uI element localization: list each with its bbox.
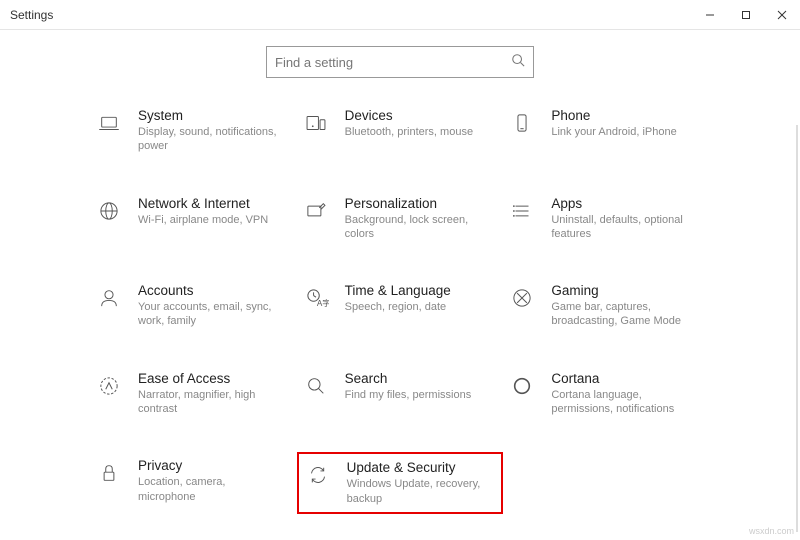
- tile-desc: Background, lock screen, colors: [345, 213, 485, 242]
- search-box[interactable]: [266, 46, 534, 78]
- tile-title: Search: [345, 371, 500, 386]
- phone-icon: [507, 108, 537, 138]
- window-controls: [692, 0, 800, 30]
- tile-title: Network & Internet: [138, 196, 293, 211]
- devices-icon: [301, 108, 331, 138]
- tile-search[interactable]: Search Find my files, permissions: [297, 365, 504, 423]
- maximize-button[interactable]: [728, 0, 764, 30]
- tile-network[interactable]: Network & Internet Wi-Fi, airplane mode,…: [90, 190, 297, 248]
- tile-title: Personalization: [345, 196, 500, 211]
- tile-desc: Bluetooth, printers, mouse: [345, 125, 485, 139]
- tile-title: Privacy: [138, 458, 293, 473]
- tile-update-security[interactable]: Update & Security Windows Update, recove…: [297, 452, 504, 514]
- tile-desc: Location, camera, microphone: [138, 475, 278, 504]
- magnifier-icon: [301, 371, 331, 401]
- tile-title: Update & Security: [347, 460, 498, 475]
- tile-title: Gaming: [551, 283, 706, 298]
- window-title: Settings: [10, 8, 53, 22]
- maximize-icon: [741, 10, 751, 20]
- minimize-icon: [705, 10, 715, 20]
- tile-desc: Game bar, captures, broadcasting, Game M…: [551, 300, 691, 329]
- tile-apps[interactable]: Apps Uninstall, defaults, optional featu…: [503, 190, 710, 248]
- close-button[interactable]: [764, 0, 800, 30]
- tile-title: Apps: [551, 196, 706, 211]
- tile-desc: Wi-Fi, airplane mode, VPN: [138, 213, 278, 227]
- tile-title: Time & Language: [345, 283, 500, 298]
- search-container: [0, 46, 800, 78]
- tile-privacy[interactable]: Privacy Location, camera, microphone: [90, 452, 297, 514]
- tile-ease-of-access[interactable]: Ease of Access Narrator, magnifier, high…: [90, 365, 297, 423]
- tile-desc: Speech, region, date: [345, 300, 485, 314]
- tile-system[interactable]: System Display, sound, notifications, po…: [90, 102, 297, 160]
- tile-personalization[interactable]: Personalization Background, lock screen,…: [297, 190, 504, 248]
- tile-accounts[interactable]: Accounts Your accounts, email, sync, wor…: [90, 277, 297, 335]
- tile-title: Cortana: [551, 371, 706, 386]
- tile-desc: Narrator, magnifier, high contrast: [138, 388, 278, 417]
- cortana-icon: [507, 371, 537, 401]
- tile-desc: Link your Android, iPhone: [551, 125, 691, 139]
- titlebar: Settings: [0, 0, 800, 30]
- tile-desc: Cortana language, permissions, notificat…: [551, 388, 691, 417]
- tile-desc: Your accounts, email, sync, work, family: [138, 300, 278, 329]
- tile-title: Devices: [345, 108, 500, 123]
- minimize-button[interactable]: [692, 0, 728, 30]
- sync-icon: [303, 460, 333, 490]
- xbox-icon: [507, 283, 537, 313]
- tile-desc: Uninstall, defaults, optional features: [551, 213, 691, 242]
- globe-icon: [94, 196, 124, 226]
- time-language-icon: A字: [301, 283, 331, 313]
- svg-text:A字: A字: [316, 298, 328, 308]
- apps-icon: [507, 196, 537, 226]
- watermark: wsxdn.com: [749, 526, 794, 536]
- tile-cortana[interactable]: Cortana Cortana language, permissions, n…: [503, 365, 710, 423]
- tile-devices[interactable]: Devices Bluetooth, printers, mouse: [297, 102, 504, 160]
- person-icon: [94, 283, 124, 313]
- search-icon: [511, 53, 525, 72]
- tile-phone[interactable]: Phone Link your Android, iPhone: [503, 102, 710, 160]
- laptop-icon: [94, 108, 124, 138]
- tile-title: Ease of Access: [138, 371, 293, 386]
- tile-title: Accounts: [138, 283, 293, 298]
- search-input[interactable]: [275, 55, 511, 70]
- ease-of-access-icon: [94, 371, 124, 401]
- settings-grid: System Display, sound, notifications, po…: [0, 102, 800, 514]
- tile-title: System: [138, 108, 293, 123]
- lock-icon: [94, 458, 124, 488]
- tile-gaming[interactable]: Gaming Game bar, captures, broadcasting,…: [503, 277, 710, 335]
- close-icon: [777, 10, 787, 20]
- tile-time-language[interactable]: A字 Time & Language Speech, region, date: [297, 277, 504, 335]
- tile-desc: Find my files, permissions: [345, 388, 485, 402]
- paint-icon: [301, 196, 331, 226]
- tile-desc: Windows Update, recovery, backup: [347, 477, 487, 506]
- tile-desc: Display, sound, notifications, power: [138, 125, 278, 154]
- tile-title: Phone: [551, 108, 706, 123]
- scrollbar[interactable]: [796, 125, 798, 532]
